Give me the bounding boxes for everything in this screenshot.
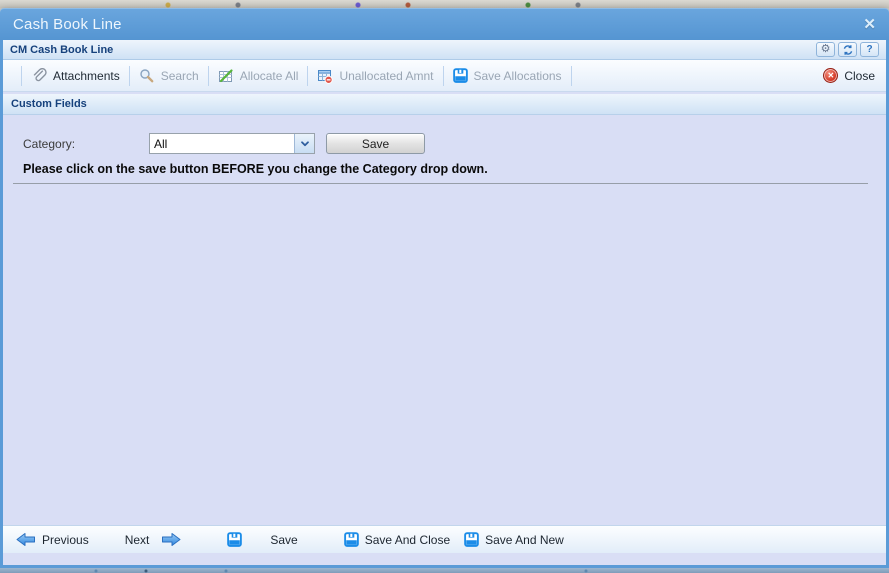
category-label: Category:: [23, 136, 76, 151]
category-row: Category: All Save: [23, 133, 425, 154]
category-value: All: [154, 137, 168, 151]
save-allocations-label: Save Allocations: [473, 68, 562, 83]
close-label: Close: [844, 68, 875, 83]
background-page-bottom-sliver: [0, 568, 889, 573]
footer-toolbar: Previous Next Save Save And Close Save A…: [3, 525, 886, 553]
attachments-label: Attachments: [53, 68, 120, 83]
search-label: Search: [160, 68, 199, 83]
close-button[interactable]: ✕ Close: [823, 68, 877, 83]
toolbar-separator: [442, 65, 444, 86]
refresh-button[interactable]: [838, 42, 857, 57]
previous-label: Previous: [42, 532, 89, 547]
save-notice-text: Please click on the save button BEFORE y…: [23, 162, 488, 176]
save-icon: [227, 532, 243, 547]
save-allocations-button[interactable]: Save Allocations: [452, 68, 562, 83]
footer-strip: [3, 553, 886, 565]
dialog-titlebar: Cash Book Line ✕: [0, 8, 889, 40]
attachments-button[interactable]: Attachments: [31, 67, 120, 84]
panel-header-buttons: ⚙ ?: [816, 42, 879, 57]
save-icon: [452, 68, 468, 83]
dialog-body: CM Cash Book Line ⚙ ? Attachments Search…: [0, 40, 889, 568]
chevron-down-icon: [300, 140, 310, 148]
cash-book-line-dialog: Cash Book Line ✕ CM Cash Book Line ⚙ ? A…: [0, 8, 889, 568]
horizontal-divider: [13, 183, 868, 184]
category-dropdown[interactable]: All: [149, 133, 315, 154]
category-save-button[interactable]: Save: [326, 133, 425, 154]
toolbar-separator: [21, 65, 22, 86]
toolbar-separator: [570, 65, 572, 86]
save-button[interactable]: Save: [227, 532, 298, 547]
custom-fields-header: Custom Fields: [3, 94, 886, 115]
save-and-new-label: Save And New: [485, 532, 564, 547]
save-icon: [464, 532, 479, 547]
search-button[interactable]: Search: [139, 68, 199, 84]
settings-button[interactable]: ⚙: [816, 42, 835, 57]
custom-fields-title: Custom Fields: [11, 98, 87, 110]
gear-icon: ⚙: [820, 43, 831, 55]
help-icon: ?: [866, 43, 873, 55]
unallocated-amnt-label: Unallocated Amnt: [339, 68, 434, 83]
toolbar-separator: [307, 65, 309, 86]
panel-header: CM Cash Book Line ⚙ ?: [3, 40, 886, 60]
paperclip-icon: [31, 67, 47, 84]
save-and-close-button[interactable]: Save And Close: [343, 532, 451, 547]
allocate-all-icon: [218, 68, 234, 84]
allocate-all-label: Allocate All: [239, 68, 299, 83]
category-dropdown-trigger[interactable]: [294, 134, 314, 153]
save-and-close-label: Save And Close: [364, 532, 451, 547]
save-and-new-button[interactable]: Save And New: [464, 532, 564, 547]
panel-title: CM Cash Book Line: [10, 43, 114, 56]
help-button[interactable]: ?: [860, 42, 879, 57]
save-label: Save: [270, 532, 298, 547]
save-icon: [343, 532, 359, 547]
close-red-icon: ✕: [823, 68, 839, 83]
close-icon[interactable]: ✕: [863, 17, 876, 32]
custom-fields-content: Category: All Save Please click on the s…: [3, 115, 886, 525]
unallocated-amnt-button[interactable]: Unallocated Amnt: [317, 68, 434, 84]
dialog-title: Cash Book Line: [13, 15, 122, 33]
search-icon: [139, 68, 155, 84]
background-page-top-sliver: [0, 0, 889, 8]
top-toolbar: Attachments Search Allocate All Unalloca…: [3, 60, 886, 92]
toolbar-separator: [207, 65, 209, 86]
refresh-icon: [842, 44, 854, 56]
previous-button[interactable]: Previous: [16, 532, 89, 547]
allocate-all-button[interactable]: Allocate All: [218, 68, 299, 84]
unallocated-amount-icon: [317, 68, 334, 84]
next-label: Next: [124, 532, 150, 547]
arrow-left-icon: [16, 532, 36, 547]
arrow-right-icon: [161, 532, 181, 547]
next-button[interactable]: Next: [125, 532, 182, 547]
toolbar-separator: [128, 65, 130, 86]
